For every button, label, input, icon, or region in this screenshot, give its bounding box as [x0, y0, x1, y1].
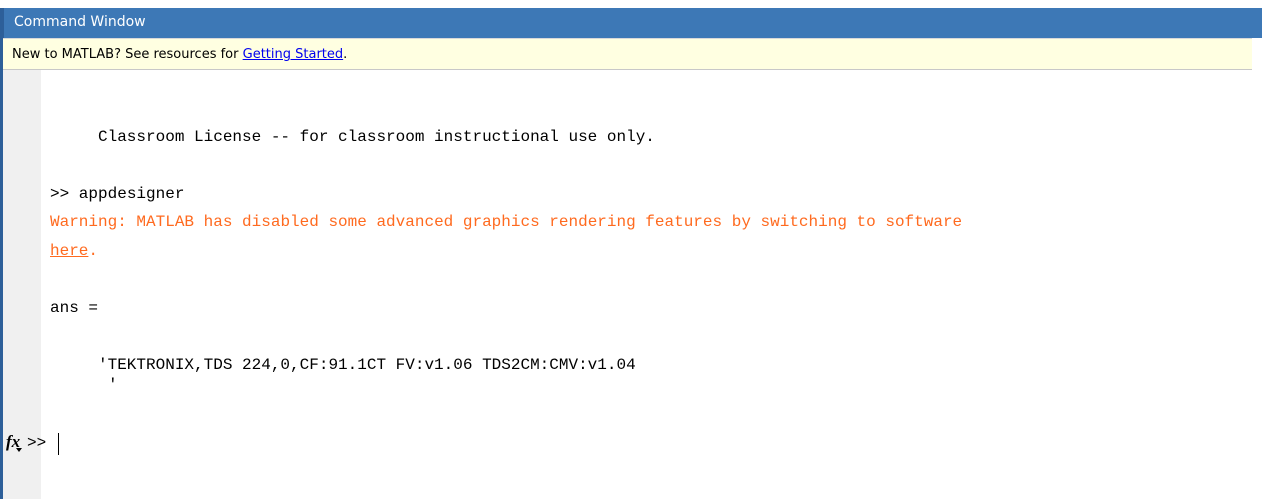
warning-link-suffix: . — [88, 242, 99, 260]
banner-suffix: . — [343, 47, 348, 62]
result-line: 'TEKTRONIX,TDS 224,0,CF:91.1CT FV:v1.06 … — [98, 356, 636, 374]
title-bar[interactable]: Command Window — [0, 8, 1262, 38]
getting-started-link[interactable]: Getting Started — [243, 47, 344, 62]
banner-text: New to MATLAB? See resources for Getting… — [12, 47, 347, 62]
warning-here-link[interactable]: here — [50, 242, 88, 260]
window-frame-right — [1252, 38, 1262, 499]
license-line: Classroom License -- for classroom instr… — [98, 128, 655, 146]
command-history-line: >> appdesigner — [50, 185, 185, 203]
command-window: Command Window New to MATLAB? See resour… — [0, 0, 1262, 499]
ans-line: ans = — [50, 299, 99, 317]
command-prompt: >> — [27, 434, 47, 452]
banner-prefix: New to MATLAB? See resources for — [12, 47, 243, 62]
result-closing-quote: ' — [108, 376, 118, 394]
warning-line-2: here. — [50, 242, 98, 260]
top-strip — [0, 0, 1262, 8]
chevron-down-icon[interactable] — [16, 448, 22, 452]
warning-line: Warning: MATLAB has disabled some advanc… — [50, 213, 963, 231]
text-cursor[interactable] — [58, 433, 59, 455]
getting-started-banner: New to MATLAB? See resources for Getting… — [3, 38, 1252, 70]
console-output[interactable]: Classroom License -- for classroom instr… — [41, 70, 1252, 499]
window-title: Command Window — [14, 14, 146, 30]
